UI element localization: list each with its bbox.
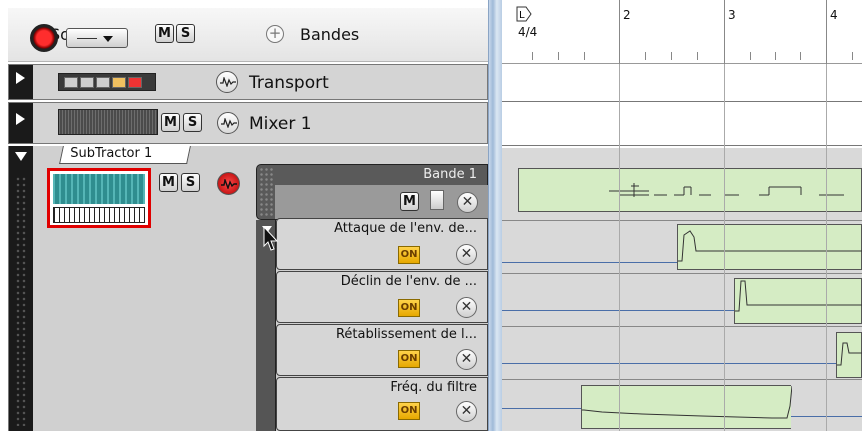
track-mixer[interactable]: M S Mixer 1: [8, 102, 488, 144]
automation-lane[interactable]: Déclin de l'env. de ... ON ✕: [276, 271, 488, 323]
automation-lane[interactable]: Attaque de l'env. de... ON ✕: [276, 218, 488, 270]
timeline-row-transport[interactable]: [502, 64, 862, 102]
lane-on-button[interactable]: ON: [398, 402, 420, 420]
track-transport[interactable]: Transport: [8, 64, 488, 100]
expand-triangle-icon: [16, 113, 25, 125]
add-icon[interactable]: +: [266, 25, 284, 43]
collapse-toggle[interactable]: [9, 146, 33, 431]
track-name-mixer: Mixer 1: [249, 114, 312, 134]
lane-on-button[interactable]: ON: [398, 299, 420, 317]
bar-number: 2: [623, 8, 631, 22]
time-signature: 4/4: [518, 25, 538, 39]
mute-button[interactable]: M: [159, 173, 178, 192]
record-icon[interactable]: [30, 24, 58, 52]
note-clip[interactable]: [518, 168, 862, 212]
close-icon[interactable]: ✕: [456, 349, 477, 370]
left-locator-marker[interactable]: L: [516, 6, 532, 22]
lane-title: Rétablissement de l...: [335, 327, 477, 342]
collapse-triangle-icon: [15, 152, 27, 161]
lane-title: Déclin de l'env. de ...: [340, 274, 477, 289]
lane-name: Bande 1: [423, 167, 477, 182]
chevron-down-icon: [103, 36, 113, 42]
track-list-panel: Sortie M S + Bandes Transport M S Mixer …: [0, 0, 489, 431]
master-solo-button[interactable]: S: [176, 24, 195, 43]
transport-device-thumbnail[interactable]: [58, 73, 156, 91]
waveform-icon[interactable]: [216, 71, 238, 93]
bar-ruler[interactable]: L 4/4 2 3 4: [502, 0, 862, 64]
svg-text:L: L: [519, 10, 525, 21]
lane-slider[interactable]: [430, 190, 444, 210]
mute-button[interactable]: M: [161, 113, 180, 132]
automation-lane[interactable]: Fréq. du filtre ON ✕: [276, 377, 488, 431]
timeline-row-mixer[interactable]: [502, 102, 862, 146]
lane-on-button[interactable]: ON: [398, 350, 420, 368]
master-mute-button[interactable]: M: [155, 24, 174, 43]
cursor-icon: [263, 226, 279, 251]
close-icon[interactable]: ✕: [457, 192, 478, 213]
close-icon[interactable]: ✕: [456, 244, 477, 265]
device-name-tab[interactable]: SubTractor 1: [59, 146, 191, 164]
subtractor-device-thumbnail[interactable]: [47, 168, 151, 228]
automation-lane[interactable]: Rétablissement de l... ON ✕: [276, 324, 488, 376]
lane-on-button[interactable]: ON: [398, 246, 420, 264]
lane-title: Attaque de l'env. de...: [334, 221, 477, 236]
expand-toggle[interactable]: [9, 65, 33, 99]
device-name: SubTractor 1: [70, 146, 153, 161]
add-lanes-label[interactable]: Bandes: [300, 25, 359, 44]
bar-number: 4: [830, 8, 838, 22]
note-lane-bande-1[interactable]: Bande 1: [256, 164, 489, 220]
lane-mute-button[interactable]: M: [400, 192, 419, 211]
automation-clip[interactable]: [734, 278, 862, 324]
mixer-device-thumbnail[interactable]: [58, 109, 158, 135]
splitter-handle[interactable]: [488, 0, 502, 431]
record-enable-icon[interactable]: [217, 172, 240, 195]
track-name-transport: Transport: [249, 73, 329, 93]
expand-toggle[interactable]: [9, 103, 33, 143]
lane-select-dropdown[interactable]: [66, 28, 128, 48]
automation-clip[interactable]: [836, 332, 862, 378]
close-icon[interactable]: ✕: [456, 401, 477, 422]
bar-number: 3: [728, 8, 736, 22]
waveform-icon[interactable]: [217, 112, 239, 134]
lane-title: Fréq. du filtre: [390, 380, 477, 395]
solo-button[interactable]: S: [183, 113, 202, 132]
solo-button[interactable]: S: [181, 173, 200, 192]
automation-clip[interactable]: [581, 385, 792, 429]
automation-clip[interactable]: [677, 224, 862, 270]
arrange-timeline[interactable]: L 4/4 2 3 4: [502, 0, 862, 431]
close-icon[interactable]: ✕: [456, 297, 477, 318]
timeline-subtractor-area[interactable]: [502, 148, 862, 431]
expand-triangle-icon: [16, 72, 25, 84]
